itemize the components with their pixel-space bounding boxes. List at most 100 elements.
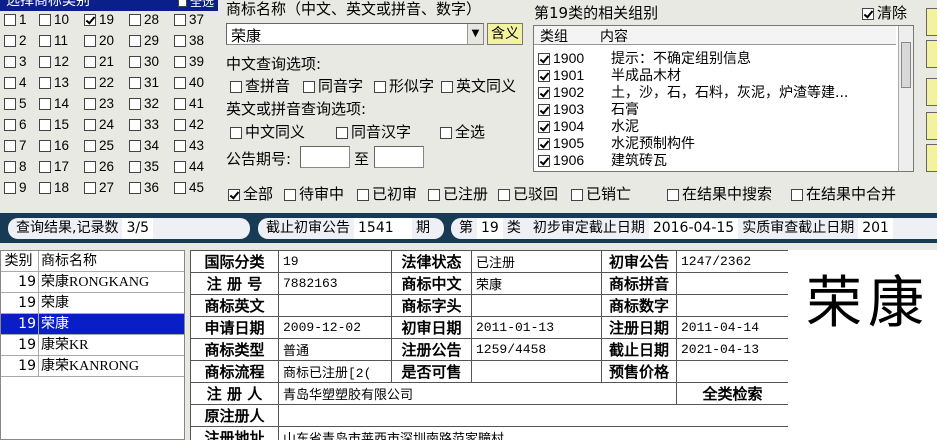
filter-option[interactable]: 在结果中搜索 <box>667 183 772 204</box>
category-option[interactable]: 2 <box>4 33 27 48</box>
clear-toggle[interactable]: 清除 <box>862 2 907 23</box>
category-checkbox[interactable] <box>174 140 186 153</box>
category-option[interactable]: 22 <box>84 75 114 90</box>
filter-option[interactable]: 已销亡 <box>571 183 631 204</box>
meaning-button[interactable]: 含义 <box>487 23 523 45</box>
category-checkbox[interactable] <box>84 14 96 27</box>
filter-checkbox[interactable] <box>498 188 510 201</box>
cn-option[interactable]: 同音字 <box>303 75 363 96</box>
period-from-input[interactable] <box>300 146 350 168</box>
category-checkbox[interactable] <box>4 98 16 111</box>
group-checkbox[interactable] <box>538 155 550 167</box>
groups-list[interactable]: 类组 内容 1900 提示：不确定组别信息 1901 半成品木材 1902 土，沙，石，石… <box>533 25 914 172</box>
category-option[interactable]: 44 <box>174 159 204 174</box>
filter-checkbox[interactable] <box>228 188 240 201</box>
category-option[interactable]: 35 <box>129 159 159 174</box>
chevron-down-icon[interactable]: ▼ <box>467 24 483 44</box>
group-checkbox[interactable] <box>538 104 550 116</box>
table-row[interactable]: 19 荣康 <box>1 314 184 335</box>
category-checkbox[interactable] <box>174 77 186 90</box>
en-checkbox[interactable] <box>336 126 348 139</box>
category-option[interactable]: 10 <box>39 12 69 27</box>
category-checkbox[interactable] <box>4 56 16 69</box>
category-option[interactable]: 6 <box>4 117 27 132</box>
category-checkbox[interactable] <box>129 56 141 69</box>
category-option[interactable]: 34 <box>129 138 159 153</box>
category-option[interactable]: 4 <box>4 75 27 90</box>
side-button-2[interactable] <box>926 40 937 68</box>
filter-option[interactable]: 待审中 <box>284 183 344 204</box>
en-checkbox[interactable] <box>230 126 242 139</box>
name-input[interactable]: 荣康 ▼ <box>226 23 484 45</box>
en-checkbox[interactable] <box>440 126 452 139</box>
groups-scrollbar[interactable] <box>898 26 913 171</box>
category-checkbox[interactable] <box>174 182 186 195</box>
group-checkbox[interactable] <box>538 70 550 82</box>
en-option[interactable]: 全选 <box>440 121 485 142</box>
category-option[interactable]: 27 <box>84 180 114 195</box>
en-option[interactable]: 中文同义 <box>230 121 305 142</box>
results-list[interactable]: 类别 商标名称 19 荣康RONGKANG 19 荣康 19 荣康 19 康荣KR 19 康荣KAN… <box>0 250 185 440</box>
category-option[interactable]: 16 <box>39 138 69 153</box>
category-option[interactable]: 1 <box>4 12 27 27</box>
cn-checkbox[interactable] <box>441 80 453 93</box>
clear-checkbox[interactable] <box>862 7 874 20</box>
table-row[interactable]: 19 康荣KR <box>1 335 184 356</box>
category-checkbox[interactable] <box>174 56 186 69</box>
category-checkbox[interactable] <box>84 77 96 90</box>
en-option[interactable]: 同音汉字 <box>336 121 411 142</box>
category-checkbox[interactable] <box>129 35 141 48</box>
category-option[interactable]: 40 <box>174 75 204 90</box>
filter-option[interactable]: 已驳回 <box>498 183 558 204</box>
category-option[interactable]: 26 <box>84 159 114 174</box>
category-option[interactable]: 13 <box>39 75 69 90</box>
category-option[interactable]: 5 <box>4 96 27 111</box>
category-checkbox[interactable] <box>129 182 141 195</box>
category-checkbox[interactable] <box>84 161 96 174</box>
category-option[interactable]: 3 <box>4 54 27 69</box>
category-option[interactable]: 36 <box>129 180 159 195</box>
category-option[interactable]: 11 <box>39 33 68 48</box>
filter-option[interactable]: 全部 <box>228 183 273 204</box>
filter-checkbox[interactable] <box>284 188 296 201</box>
category-checkbox[interactable] <box>39 140 51 153</box>
category-checkbox[interactable] <box>84 119 96 132</box>
cn-option[interactable]: 形似字 <box>374 75 434 96</box>
category-checkbox[interactable] <box>129 119 141 132</box>
category-checkbox[interactable] <box>39 182 51 195</box>
group-checkbox[interactable] <box>538 121 550 133</box>
cn-checkbox[interactable] <box>374 80 386 93</box>
side-button-3[interactable] <box>926 78 937 106</box>
category-checkbox[interactable] <box>4 182 16 195</box>
category-option[interactable]: 42 <box>174 117 204 132</box>
cn-option[interactable]: 查拼音 <box>230 75 290 96</box>
side-button-4[interactable] <box>926 112 937 140</box>
category-option[interactable]: 25 <box>84 138 114 153</box>
period-to-input[interactable] <box>374 146 424 168</box>
flow-value[interactable]: 商标已注册[2( <box>278 360 392 383</box>
category-option[interactable]: 15 <box>39 117 69 132</box>
category-option[interactable]: 37 <box>174 12 204 27</box>
category-checkbox[interactable] <box>4 14 16 27</box>
search-all-button[interactable]: 全类检索 <box>676 382 789 405</box>
category-option[interactable]: 38 <box>174 33 204 48</box>
category-checkbox[interactable] <box>84 98 96 111</box>
category-checkbox[interactable] <box>39 98 51 111</box>
category-option[interactable]: 12 <box>39 54 69 69</box>
category-checkbox[interactable] <box>39 56 51 69</box>
filter-option[interactable]: 已初审 <box>357 183 417 204</box>
category-option[interactable]: 28 <box>129 12 159 27</box>
category-checkbox[interactable] <box>4 35 16 48</box>
category-checkbox[interactable] <box>84 140 96 153</box>
category-option[interactable]: 32 <box>129 96 159 111</box>
category-checkbox[interactable] <box>129 77 141 90</box>
category-option[interactable]: 39 <box>174 54 204 69</box>
category-option[interactable]: 33 <box>129 117 159 132</box>
category-option[interactable]: 17 <box>39 159 69 174</box>
category-checkbox[interactable] <box>39 14 51 27</box>
category-option[interactable]: 29 <box>129 33 159 48</box>
filter-checkbox[interactable] <box>428 188 440 201</box>
category-option[interactable]: 18 <box>39 180 69 195</box>
category-option[interactable]: 41 <box>174 96 204 111</box>
category-option[interactable]: 21 <box>84 54 114 69</box>
